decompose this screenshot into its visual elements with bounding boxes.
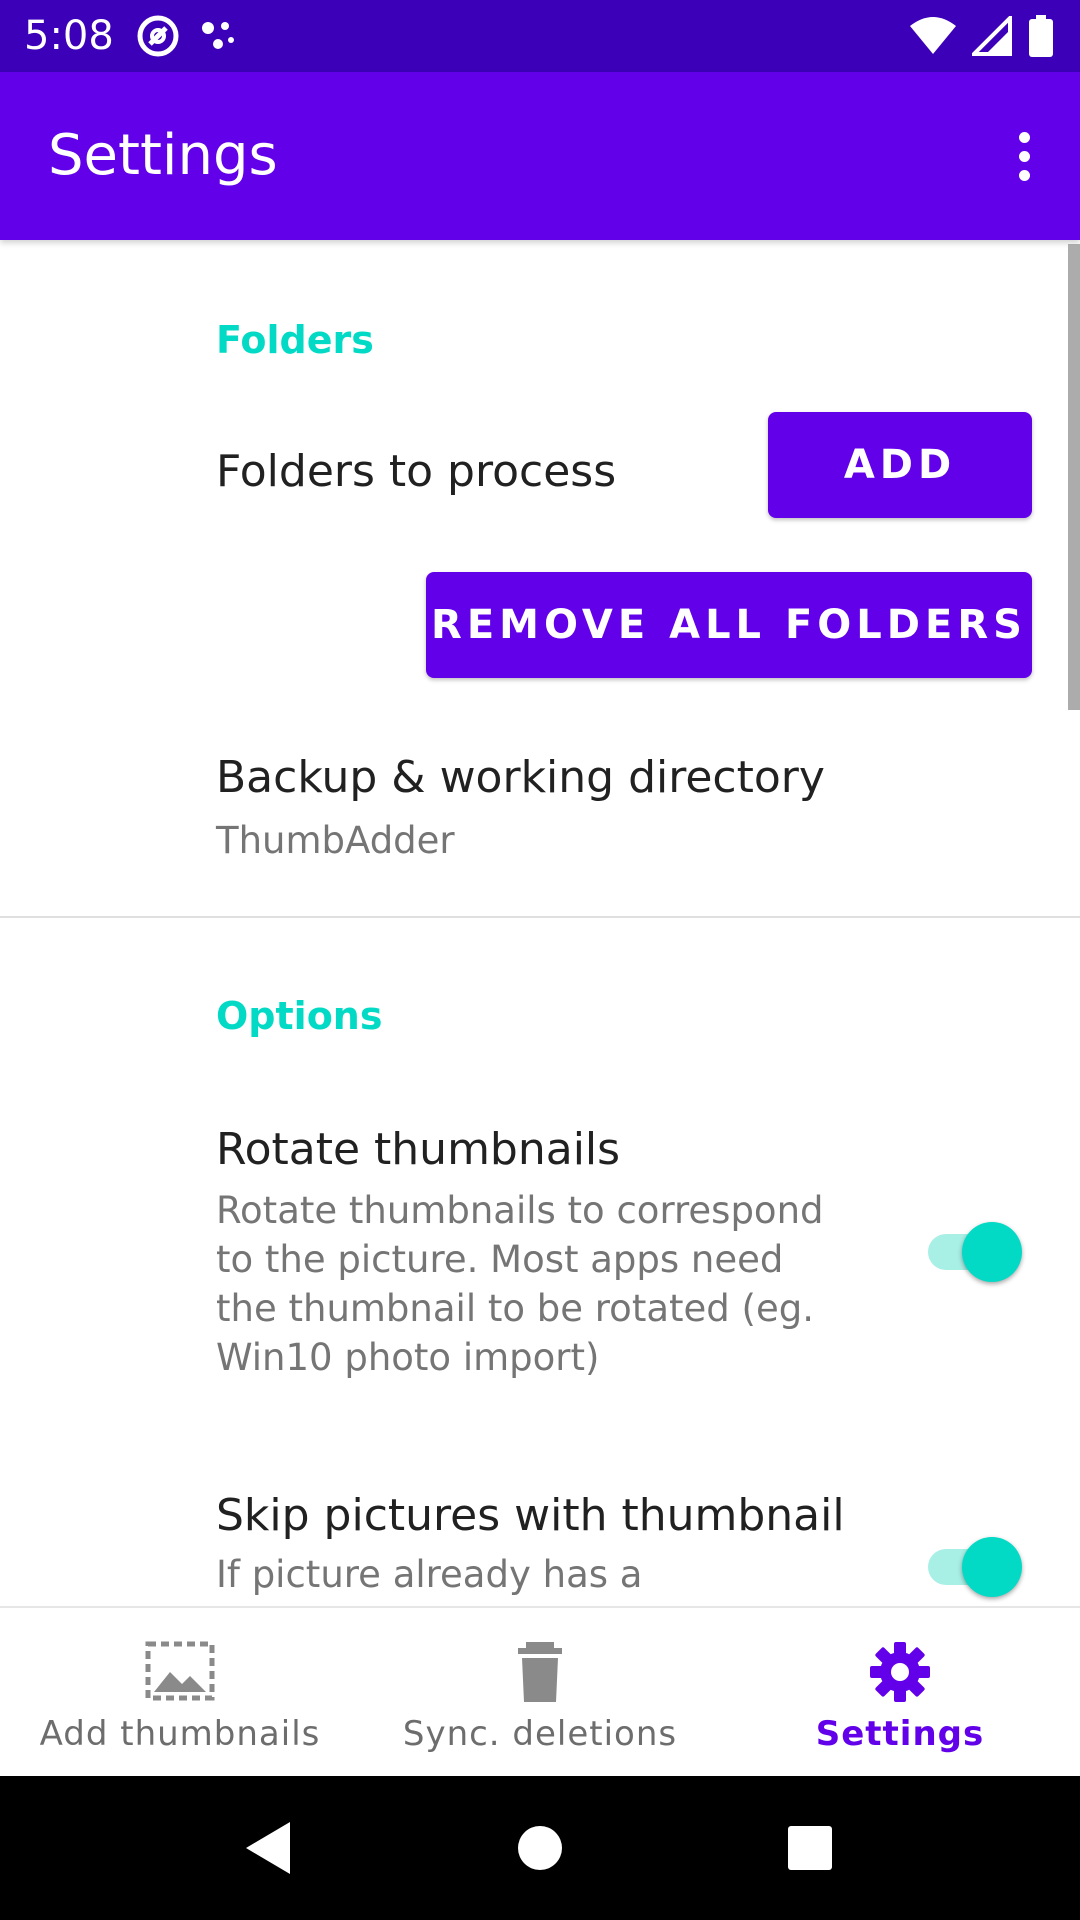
nav-label-sync-deletions: Sync. deletions — [402, 1714, 678, 1754]
rotate-thumbnails-title: Rotate thumbnails — [216, 1124, 621, 1175]
scrollbar[interactable] — [1068, 244, 1080, 710]
wifi-icon — [910, 17, 956, 54]
switch-thumb — [962, 1222, 1022, 1282]
section-divider — [0, 916, 1080, 918]
add-folder-button[interactable]: ADD — [768, 412, 1032, 518]
folders-to-process-label: Folders to process — [216, 446, 617, 497]
rotate-thumbnails-switch[interactable] — [922, 1222, 1022, 1282]
section-header-folders: Folders — [216, 318, 374, 362]
home-icon[interactable] — [504, 1812, 576, 1884]
nav-label-add-thumbnails: Add thumbnails — [39, 1714, 321, 1754]
bottom-navigation: Add thumbnails Sync. deletions Settings — [0, 1606, 1080, 1776]
skip-pictures-switch[interactable] — [922, 1537, 1022, 1597]
cellular-icon — [972, 16, 1012, 56]
at-sign-icon — [137, 15, 179, 57]
switch-thumb — [962, 1537, 1022, 1597]
recents-icon[interactable] — [774, 1812, 846, 1884]
remove-all-folders-button[interactable]: REMOVE ALL FOLDERS — [426, 572, 1032, 678]
nav-label-settings: Settings — [815, 1714, 985, 1754]
nav-item-add-thumbnails[interactable]: Add thumbnails — [0, 1608, 360, 1778]
backup-directory-title: Backup & working directory — [216, 752, 825, 803]
rotate-thumbnails-summary: Rotate thumbnails to correspond to the p… — [216, 1189, 824, 1379]
trash-icon — [518, 1642, 562, 1702]
nav-item-sync-deletions[interactable]: Sync. deletions — [360, 1608, 720, 1778]
dots-icon — [202, 22, 234, 49]
more-vert-icon[interactable] — [994, 126, 1054, 186]
gear-icon — [870, 1642, 930, 1702]
backup-directory-value: ThumbAdder — [216, 819, 455, 862]
status-right-icons — [910, 14, 1054, 58]
section-header-options: Options — [216, 994, 383, 1038]
battery-icon — [1029, 15, 1053, 57]
page-title: Settings — [48, 123, 278, 188]
skip-pictures-summary: If picture already has a — [216, 1553, 643, 1596]
skip-pictures-title: Skip pictures with thumbnail — [216, 1490, 845, 1541]
settings-content[interactable]: Folders Folders to process ADD REMOVE AL… — [0, 240, 1080, 1606]
image-add-icon — [145, 1641, 215, 1701]
status-left-icons — [136, 14, 238, 58]
back-icon[interactable] — [234, 1812, 306, 1884]
status-time: 5:08 — [24, 13, 114, 59]
system-navigation-bar — [0, 1776, 1080, 1920]
app-bar: Settings — [0, 72, 1080, 240]
status-bar: 5:08 — [0, 0, 1080, 72]
nav-item-settings[interactable]: Settings — [720, 1608, 1080, 1778]
